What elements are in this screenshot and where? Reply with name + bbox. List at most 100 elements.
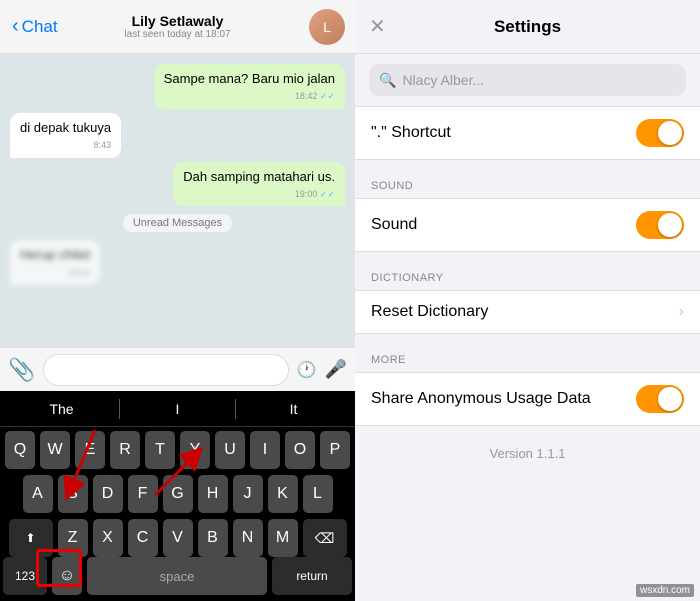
- shortcut-label: "." Shortcut: [371, 124, 636, 142]
- keyboard: The I It Q W E R T Y U I O P A S: [0, 391, 355, 601]
- key-z[interactable]: Z: [58, 519, 88, 557]
- keyboard-rows: Q W E R T Y U I O P A S D F G H J K: [0, 427, 355, 557]
- chat-header: ‹ Chat Lily Setlawaly last seen today at…: [0, 0, 355, 54]
- settings-version: Version 1.1.1: [355, 426, 700, 481]
- back-chevron-icon: ‹: [12, 15, 19, 38]
- settings-group-shortcut: "." Shortcut: [355, 106, 700, 160]
- message-bubble: Herup chitet 19:01: [10, 240, 100, 285]
- settings-section-dictionary: DICTIONARY Reset Dictionary ›: [355, 272, 700, 334]
- key-g[interactable]: G: [163, 475, 193, 513]
- message-text: di depak tukuya: [20, 120, 111, 135]
- key-f[interactable]: F: [128, 475, 158, 513]
- search-placeholder: Nlacy Alber...: [402, 72, 484, 88]
- key-r[interactable]: R: [110, 431, 140, 469]
- key-c[interactable]: C: [128, 519, 158, 557]
- message-text: Dah samping matahari us.: [183, 169, 335, 184]
- message-time: 18:42 ✓✓: [164, 90, 335, 103]
- keyboard-suggestions: The I It: [0, 391, 355, 427]
- message-time: 8:43: [20, 139, 111, 152]
- key-u[interactable]: U: [215, 431, 245, 469]
- settings-row-shortcut: "." Shortcut: [355, 107, 700, 159]
- toggle-knob: [658, 213, 682, 237]
- search-icon: 🔍: [379, 72, 396, 89]
- key-q[interactable]: Q: [5, 431, 35, 469]
- message-text: Herup chitet: [20, 247, 90, 262]
- suggestion-the[interactable]: The: [4, 397, 119, 421]
- suggestion-i[interactable]: I: [120, 397, 235, 421]
- toggle-knob: [658, 387, 682, 411]
- key-w[interactable]: W: [40, 431, 70, 469]
- message-bubble: di depak tukuya 8:43: [10, 113, 121, 158]
- attach-icon[interactable]: 📎: [8, 357, 35, 383]
- key-s[interactable]: S: [58, 475, 88, 513]
- key-e[interactable]: E: [75, 431, 105, 469]
- key-d[interactable]: D: [93, 475, 123, 513]
- chat-messages: Sampe mana? Baru mio jalan 18:42 ✓✓ di d…: [0, 54, 355, 347]
- key-delete[interactable]: ⌫: [303, 519, 347, 557]
- key-row-1: Q W E R T Y U I O P: [3, 431, 352, 469]
- sound-toggle[interactable]: [636, 211, 684, 239]
- key-k[interactable]: K: [268, 475, 298, 513]
- key-l[interactable]: L: [303, 475, 333, 513]
- mic-icon[interactable]: 🎤: [325, 359, 347, 380]
- sound-section-header: SOUND: [355, 180, 700, 198]
- key-row-2: A S D F G H J K L: [3, 475, 352, 513]
- contact-name: Lily Setlawaly: [132, 13, 224, 29]
- key-y[interactable]: Y: [180, 431, 210, 469]
- message-bubble: Dah samping matahari us. 19:00 ✓✓: [173, 162, 345, 207]
- settings-row-reset-dictionary[interactable]: Reset Dictionary ›: [355, 291, 700, 333]
- settings-search-bar[interactable]: 🔍 Nlacy Alber...: [369, 64, 686, 96]
- chevron-right-icon: ›: [679, 303, 684, 321]
- key-h[interactable]: H: [198, 475, 228, 513]
- contact-status: last seen today at 18:07: [124, 29, 230, 40]
- message-time: 19:00 ✓✓: [183, 188, 335, 201]
- avatar[interactable]: L: [309, 9, 345, 45]
- key-i[interactable]: I: [250, 431, 280, 469]
- message-time: 19:01: [20, 267, 90, 280]
- dictionary-section-header: DICTIONARY: [355, 272, 700, 290]
- settings-panel: ✕ Settings 🔍 Nlacy Alber... "." Shortcut…: [355, 0, 700, 601]
- key-numbers[interactable]: 123: [3, 557, 47, 595]
- message-bubble: Sampe mana? Baru mio jalan 18:42 ✓✓: [154, 64, 345, 109]
- sound-label: Sound: [371, 216, 636, 234]
- key-t[interactable]: T: [145, 431, 175, 469]
- key-return[interactable]: return: [272, 557, 352, 595]
- unread-divider: Unread Messages: [123, 214, 232, 232]
- key-shift[interactable]: ⬆: [9, 519, 53, 557]
- key-x[interactable]: X: [93, 519, 123, 557]
- chat-header-center: Lily Setlawaly last seen today at 18:07: [124, 13, 230, 40]
- chat-input-bar: 📎 🕐 🎤: [0, 347, 355, 391]
- settings-group-sound: Sound: [355, 198, 700, 252]
- key-p[interactable]: P: [320, 431, 350, 469]
- message-text: Sampe mana? Baru mio jalan: [164, 71, 335, 86]
- settings-section-sound: SOUND Sound: [355, 180, 700, 252]
- avatar-initial: L: [323, 19, 331, 35]
- more-section-header: MORE: [355, 354, 700, 372]
- key-n[interactable]: N: [233, 519, 263, 557]
- settings-close-button[interactable]: ✕: [369, 14, 386, 39]
- key-m[interactable]: M: [268, 519, 298, 557]
- message-input[interactable]: [43, 354, 288, 386]
- key-j[interactable]: J: [233, 475, 263, 513]
- watermark: wsxdn.com: [636, 584, 694, 597]
- settings-row-sound: Sound: [355, 199, 700, 251]
- settings-section-more: MORE Share Anonymous Usage Data: [355, 354, 700, 426]
- reset-dictionary-label: Reset Dictionary: [371, 303, 679, 321]
- key-emoji[interactable]: ☺: [52, 557, 82, 595]
- settings-row-anonymous-data: Share Anonymous Usage Data: [355, 373, 700, 425]
- settings-group-dictionary: Reset Dictionary ›: [355, 290, 700, 334]
- key-v[interactable]: V: [163, 519, 193, 557]
- clock-icon: 🕐: [297, 360, 317, 380]
- anonymous-data-label: Share Anonymous Usage Data: [371, 390, 636, 408]
- shortcut-toggle[interactable]: [636, 119, 684, 147]
- key-row-3: ⬆ Z X C V B N M ⌫: [3, 519, 352, 557]
- back-button[interactable]: ‹ Chat: [12, 15, 58, 38]
- back-label: Chat: [22, 17, 58, 37]
- suggestion-it[interactable]: It: [236, 397, 351, 421]
- anonymous-data-toggle[interactable]: [636, 385, 684, 413]
- key-b[interactable]: B: [198, 519, 228, 557]
- toggle-knob: [658, 121, 682, 145]
- key-a[interactable]: A: [23, 475, 53, 513]
- key-o[interactable]: O: [285, 431, 315, 469]
- key-space[interactable]: space: [87, 557, 267, 595]
